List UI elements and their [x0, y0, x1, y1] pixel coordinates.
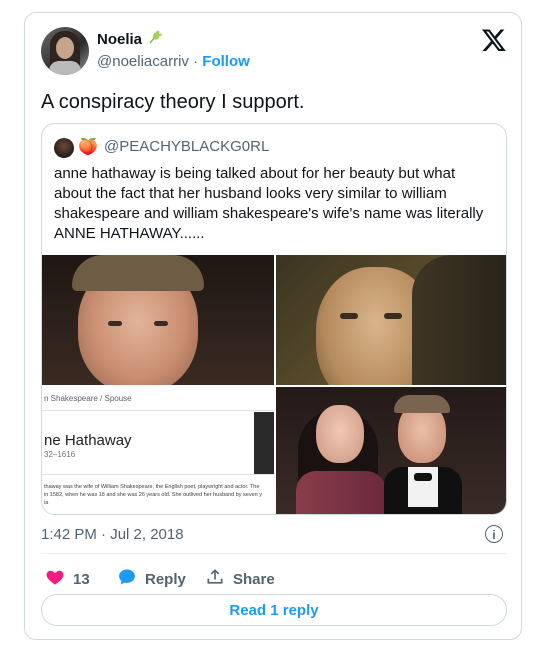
quoted-text: anne hathaway is being talked about for … — [54, 165, 484, 242]
like-button[interactable]: 13 — [45, 567, 90, 591]
share-label: Share — [233, 570, 275, 588]
peach-emoji-icon: 🍑 — [78, 139, 98, 156]
man-portrait-image[interactable] — [42, 255, 274, 385]
quoted-author-avatar[interactable] — [54, 138, 74, 158]
couple-photo-image[interactable] — [276, 387, 506, 514]
author-handle[interactable]: @noeliacarriv — [97, 53, 189, 70]
wheat-icon — [147, 29, 163, 49]
reply-bubble-icon — [117, 567, 137, 591]
author-handle-row: @noeliacarriv · Follow — [97, 53, 250, 70]
quoted-tweet[interactable]: 🍑 @PEACHYBLACKG0RL anne hathaway is bein… — [41, 123, 507, 515]
tweet-text: A conspiracy theory I support. — [41, 91, 305, 113]
share-icon — [205, 567, 225, 591]
like-count: 13 — [73, 570, 90, 588]
screenshot-title: ne Hathaway — [44, 432, 132, 449]
reply-button[interactable]: Reply — [117, 567, 186, 591]
search-result-screenshot[interactable]: n Shakespeare / Spouse ne Hathaway 32–16… — [42, 387, 274, 514]
shakespeare-portrait-image[interactable] — [276, 255, 506, 385]
screenshot-line-2: in 1582, when he was 18 and she was 26 y… — [44, 492, 263, 498]
screenshot-line-1: thaway was the wife of William Shakespea… — [44, 484, 260, 490]
tweet-card: Noelia @noeliacarriv · Follow A conspira… — [24, 12, 522, 640]
info-icon[interactable]: i — [485, 525, 503, 543]
screenshot-line-3: ia — [44, 500, 49, 506]
handle-separator: · — [193, 53, 199, 70]
divider — [41, 553, 507, 554]
screenshot-years: 32–1616 — [44, 450, 76, 459]
quoted-handle[interactable]: @PEACHYBLACKG0RL — [104, 138, 269, 155]
x-logo-icon[interactable] — [481, 27, 507, 53]
author-name[interactable]: Noelia — [97, 31, 142, 48]
screenshot-breadcrumb: n Shakespeare / Spouse — [44, 394, 132, 403]
heart-icon — [45, 567, 65, 591]
tweet-timestamp[interactable]: 1:42 PM · Jul 2, 2018 — [41, 526, 184, 543]
follow-button[interactable]: Follow — [202, 53, 250, 70]
share-button[interactable]: Share — [205, 567, 275, 591]
author-avatar[interactable] — [41, 27, 89, 75]
read-replies-button[interactable]: Read 1 reply — [41, 594, 507, 626]
reply-label: Reply — [145, 570, 186, 588]
